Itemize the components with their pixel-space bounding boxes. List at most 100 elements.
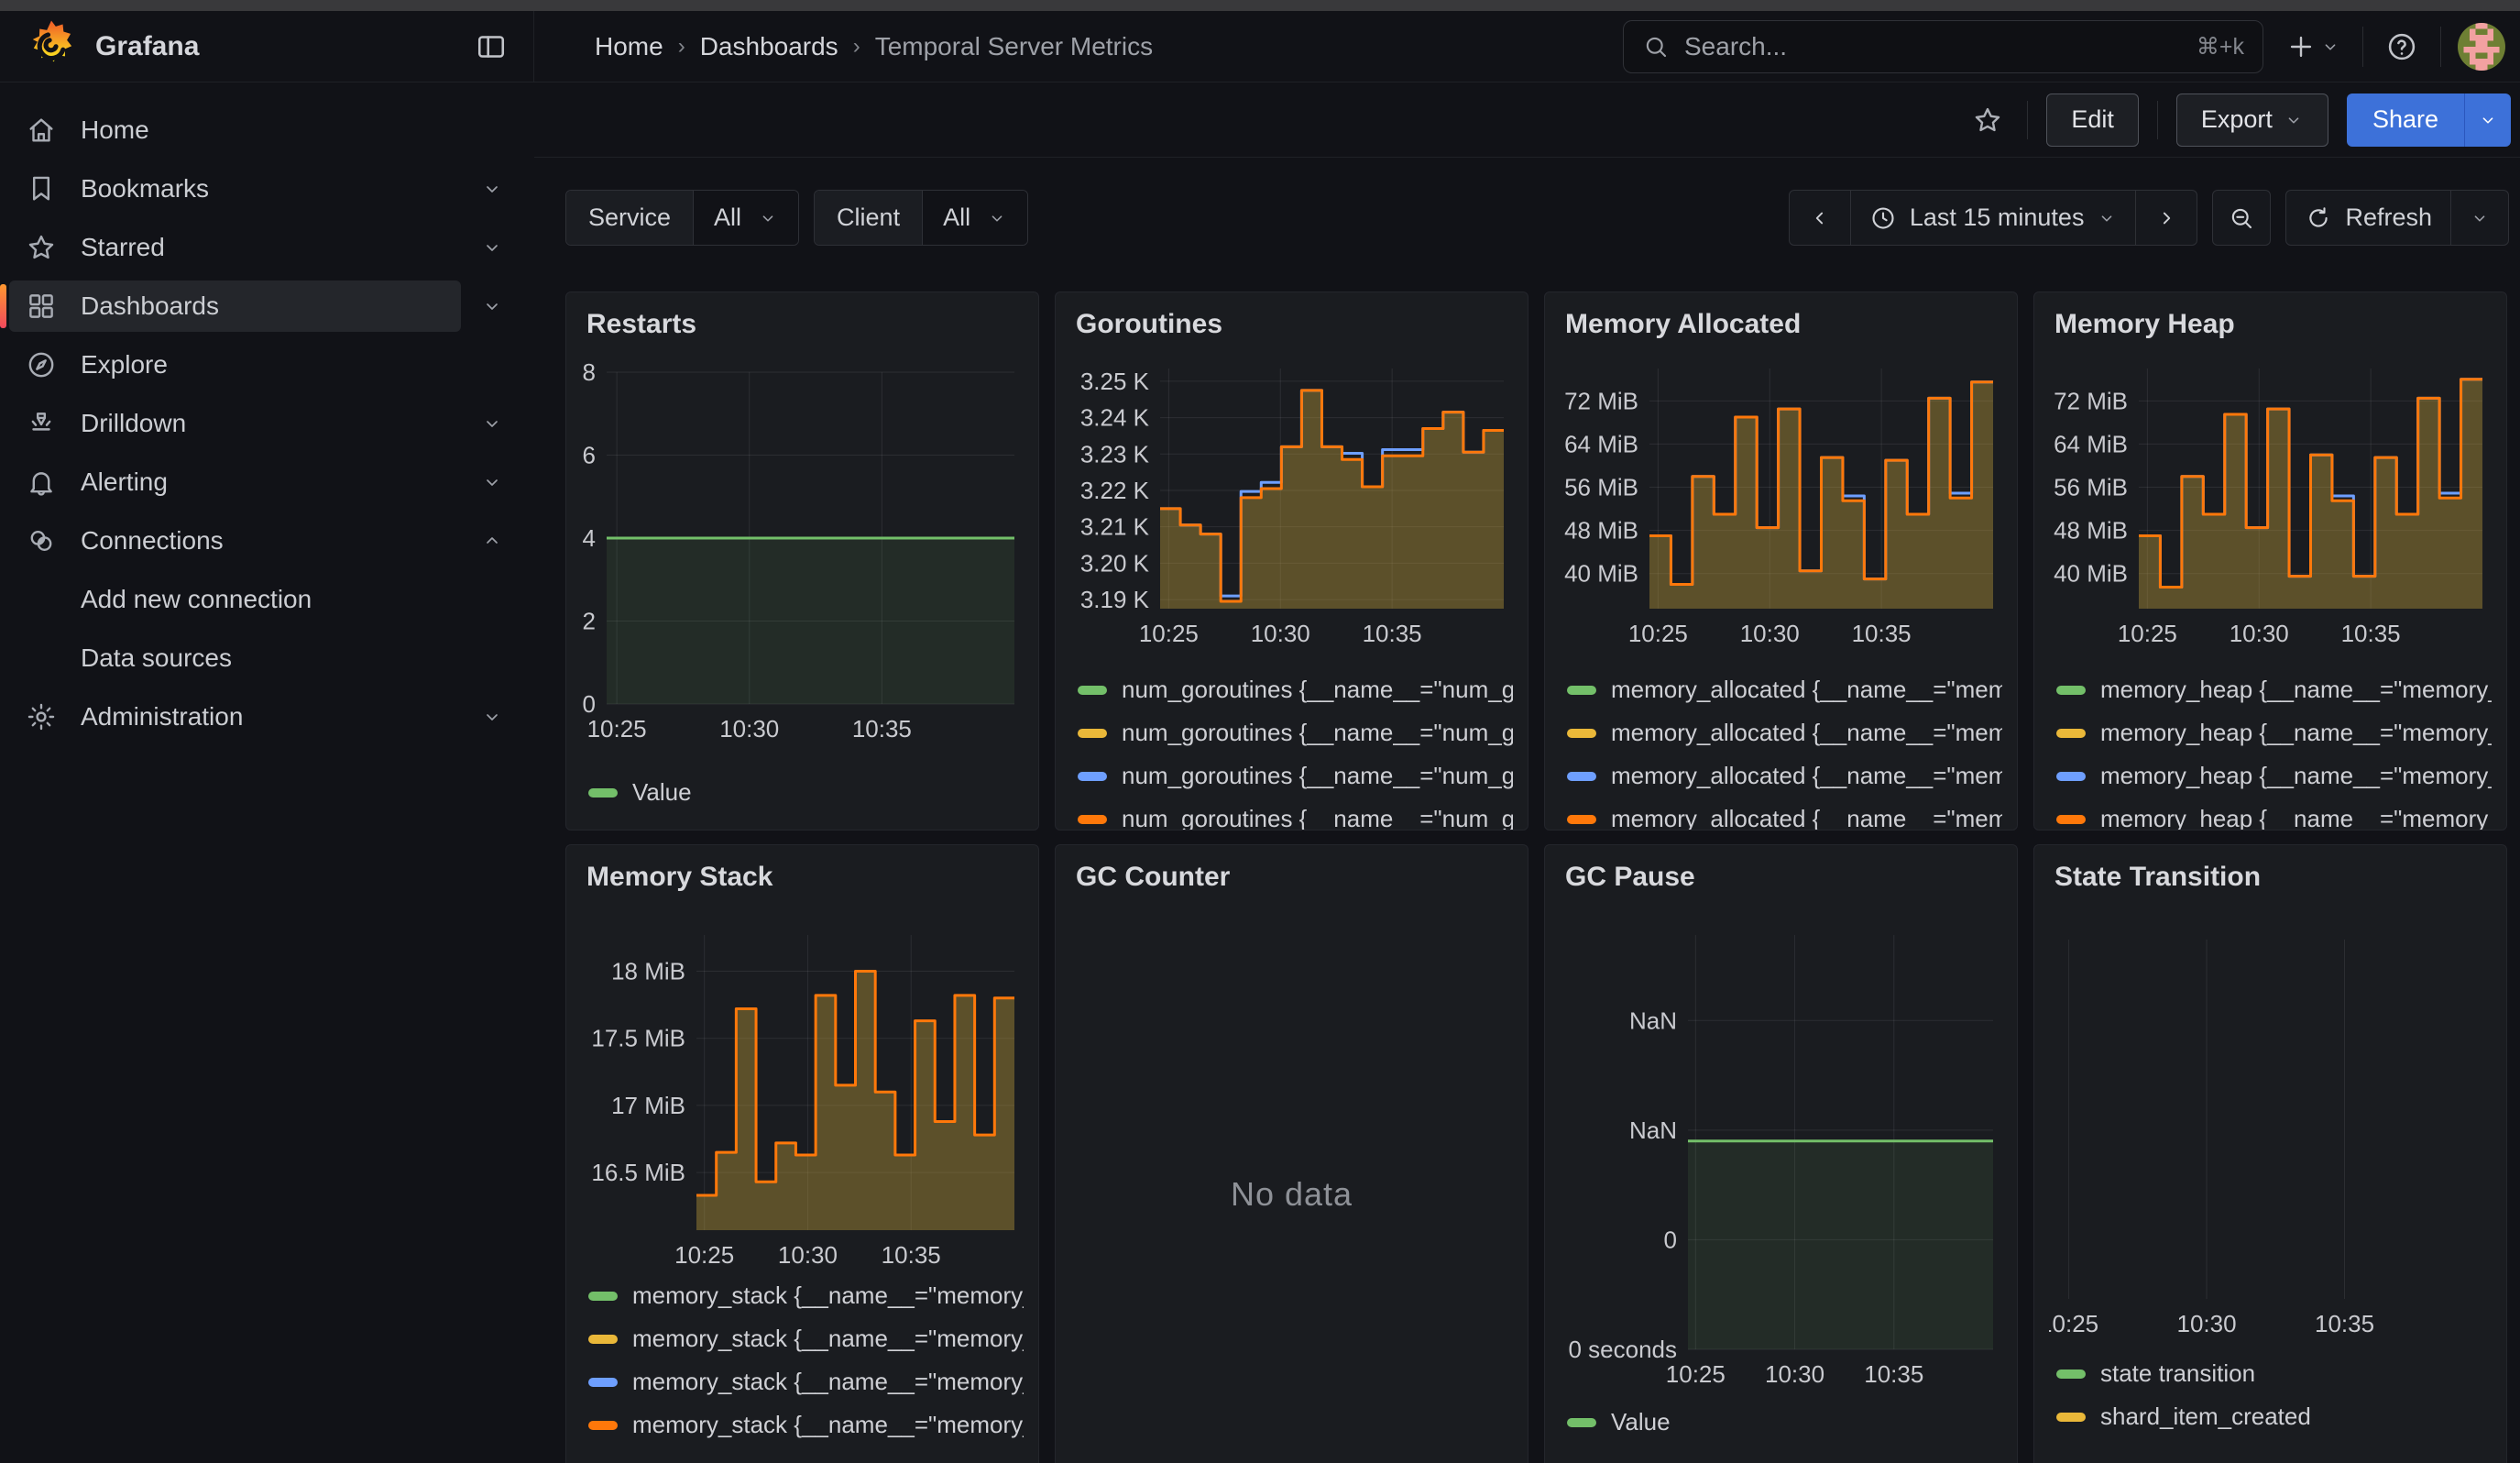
time-forward-button[interactable] [2135, 191, 2197, 245]
refresh-button[interactable]: Refresh [2286, 191, 2450, 245]
user-avatar[interactable] [2458, 23, 2505, 71]
legend-item[interactable]: memory_allocated {__name__="memo [1560, 754, 2002, 798]
sidebar-item-administration[interactable]: Administration [0, 688, 534, 746]
memory-allocated-chart[interactable]: 40 MiB48 MiB56 MiB64 MiB72 MiB10:2510:30… [1560, 359, 2002, 653]
svg-text:10:30: 10:30 [778, 1241, 838, 1269]
legend-swatch [1567, 729, 1596, 738]
no-data-message: No data [1056, 845, 1528, 1463]
share-button[interactable]: Share [2347, 94, 2464, 147]
legend-item[interactable]: num_goroutines {__name__="num_go [1070, 798, 1513, 830]
goroutines-chart[interactable]: 3.19 K3.20 K3.21 K3.22 K3.23 K3.24 K3.25… [1070, 359, 1513, 653]
time-back-button[interactable] [1790, 191, 1850, 245]
panel-title[interactable]: GC Pause [1560, 862, 2002, 893]
chevron-down-icon[interactable] [481, 706, 503, 728]
legend-item[interactable]: memory_stack {__name__="memory_s [581, 1360, 1024, 1403]
legend-item[interactable]: memory_heap {__name__="memory_h [2049, 668, 2492, 711]
sidebar-item-connections[interactable]: Connections [0, 512, 534, 570]
dock-sidebar-icon[interactable] [469, 29, 513, 64]
breadcrumb-home[interactable]: Home [595, 32, 663, 61]
legend-swatch [1567, 815, 1596, 824]
search-input[interactable]: Search... ⌘+k [1623, 20, 2263, 73]
share-dropdown-button[interactable] [2464, 94, 2511, 147]
sidebar-item-starred[interactable]: Starred [0, 218, 534, 277]
sidebar-item-home[interactable]: Home [0, 101, 534, 160]
panel-title[interactable]: Goroutines [1070, 309, 1513, 340]
svg-text:3.23 K: 3.23 K [1080, 440, 1150, 468]
sidebar-item-alerting[interactable]: Alerting [0, 453, 534, 512]
legend-item[interactable]: memory_allocated {__name__="memo [1560, 668, 2002, 711]
legend-item[interactable]: num_goroutines {__name__="num_go [1070, 711, 1513, 754]
legend-item[interactable]: memory_heap {__name__="memory_h [2049, 798, 2492, 830]
chevron-down-icon[interactable] [481, 295, 503, 317]
chevron-down-icon[interactable] [481, 412, 503, 434]
chevron-up-icon[interactable] [481, 530, 503, 552]
panel-title[interactable]: Memory Heap [2049, 309, 2492, 340]
memory-heap-chart[interactable]: 40 MiB48 MiB56 MiB64 MiB72 MiB10:2510:30… [2049, 359, 2492, 653]
sidebar-item-bookmarks[interactable]: Bookmarks [0, 160, 534, 218]
filter-service: ServiceAll [565, 190, 799, 246]
home-icon [26, 115, 57, 146]
new-button[interactable] [2280, 30, 2346, 63]
filter-value-dropdown[interactable]: All [923, 191, 1027, 245]
sidebar-item-add-new-connection[interactable]: Add new connection [0, 570, 534, 629]
panel-title[interactable]: Memory Stack [581, 862, 1024, 893]
dashboard-toolbar: Edit Export Share [534, 82, 2520, 158]
legend-item[interactable]: memory_stack {__name__="memory_s [581, 1274, 1024, 1317]
svg-text:10:25: 10:25 [1666, 1360, 1726, 1388]
legend-swatch [588, 1421, 618, 1430]
restarts-chart[interactable]: 0246810:2510:3010:35 [581, 363, 1024, 748]
grafana-logo-icon[interactable] [22, 17, 81, 76]
svg-text:10:35: 10:35 [1864, 1360, 1923, 1388]
legend-label: memory_stack {__name__="memory_s [632, 1411, 1024, 1439]
panel-legend: memory_allocated {__name__="memomemory_a… [1560, 668, 2002, 830]
panel-legend: state transition shard_item_created [2049, 1352, 2492, 1438]
panel-title[interactable]: Memory Allocated [1560, 309, 2002, 340]
top-navbar: Grafana Home › Dashboards › Temporal Ser… [0, 11, 2520, 82]
sidebar-item-dashboards[interactable]: Dashboards [0, 277, 534, 336]
sidebar-item-label: Data sources [81, 644, 232, 673]
breadcrumb-current: Temporal Server Metrics [875, 32, 1153, 61]
legend-item[interactable]: num_goroutines {__name__="num_go [1070, 754, 1513, 798]
legend-item[interactable]: state transition [2049, 1352, 2492, 1395]
time-range-picker[interactable]: Last 15 minutes [1850, 191, 2136, 245]
sidebar-item-drilldown[interactable]: Drilldown [0, 394, 534, 453]
legend-item[interactable]: shard_item_created [2049, 1395, 2492, 1438]
panel-title[interactable]: Restarts [581, 309, 1024, 340]
svg-text:10:30: 10:30 [1765, 1360, 1824, 1388]
svg-text:10:30: 10:30 [1740, 620, 1800, 647]
favorite-star-icon[interactable] [1967, 104, 2009, 137]
legend-item[interactable]: Value [581, 771, 1024, 814]
chevron-down-icon[interactable] [481, 178, 503, 200]
legend-label: memory_heap {__name__="memory_h [2100, 719, 2492, 747]
dashboard-content: ServiceAllClientAll Last 15 minutes Refr… [534, 158, 2520, 1463]
svg-text:3.25 K: 3.25 K [1080, 368, 1150, 395]
legend-item[interactable]: memory_heap {__name__="memory_h [2049, 711, 2492, 754]
legend-item[interactable]: num_goroutines {__name__="num_go [1070, 668, 1513, 711]
legend-swatch [1567, 1418, 1596, 1427]
filter-value-dropdown[interactable]: All [694, 191, 798, 245]
legend-item[interactable]: memory_stack {__name__="memory_s [581, 1317, 1024, 1360]
export-button[interactable]: Export [2176, 94, 2328, 147]
memory-stack-chart[interactable]: 16.5 MiB17 MiB17.5 MiB18 MiB10:2510:3010… [581, 926, 1024, 1274]
legend-item[interactable]: memory_stack {__name__="memory_s [581, 1403, 1024, 1446]
time-zoom-out-button[interactable] [2212, 190, 2271, 246]
chevron-down-icon[interactable] [481, 471, 503, 493]
chevron-down-icon[interactable] [481, 236, 503, 258]
legend-item[interactable]: Value [1560, 1401, 2002, 1444]
legend-label: shard_item_created [2100, 1402, 2311, 1431]
sidebar-item-data-sources[interactable]: Data sources [0, 629, 534, 688]
svg-text:10:30: 10:30 [2230, 620, 2289, 647]
legend-item[interactable]: memory_heap {__name__="memory_h [2049, 754, 2492, 798]
panel-title[interactable]: State Transition [2049, 862, 2492, 893]
state-transition-chart[interactable]: 10:2510:3010:35 [2049, 930, 2492, 1343]
legend-item[interactable]: memory_allocated {__name__="memo [1560, 711, 2002, 754]
edit-button[interactable]: Edit [2046, 94, 2139, 147]
sidebar-item-explore[interactable]: Explore [0, 336, 534, 394]
refresh-interval-dropdown[interactable] [2450, 191, 2508, 245]
help-icon[interactable] [2380, 29, 2424, 64]
legend-label: num_goroutines {__name__="num_go [1122, 676, 1513, 704]
legend-item[interactable]: memory_allocated {__name__="memo [1560, 798, 2002, 830]
gc-pause-chart[interactable]: 0 seconds0NaNNaN10:2510:3010:35 [1560, 926, 2002, 1393]
breadcrumb-dashboards[interactable]: Dashboards [700, 32, 838, 61]
sidebar-item-label: Alerting [81, 468, 168, 497]
